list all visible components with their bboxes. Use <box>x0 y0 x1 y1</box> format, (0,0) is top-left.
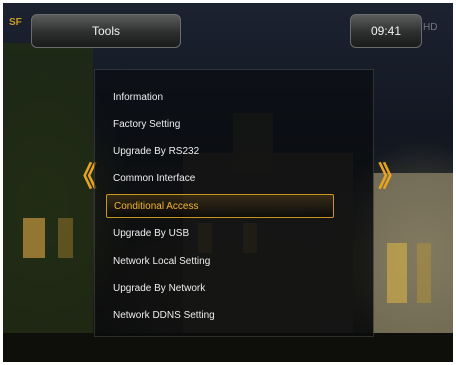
page-title-label: Tools <box>91 24 120 38</box>
page-title: Tools <box>31 14 181 48</box>
menu-item-conditional-access[interactable]: Conditional Access <box>106 194 334 218</box>
menu-item-label: Information <box>113 92 164 103</box>
menu-item-network-ddns-setting[interactable]: Network DDNS Setting <box>106 304 334 328</box>
menu-item-label: Conditional Access <box>114 201 199 212</box>
chevron-left-icon[interactable]: 《 <box>69 155 97 195</box>
top-bar: SF Tools 09:41 HD <box>3 3 453 53</box>
menu-item-label: Upgrade By USB <box>113 228 190 239</box>
tv-screen: SF Tools 09:41 HD 《 》 Information Factor… <box>3 3 453 362</box>
menu-item-common-interface[interactable]: Common Interface <box>106 167 334 191</box>
menu-item-network-local-setting[interactable]: Network Local Setting <box>106 250 334 274</box>
menu-item-information[interactable]: Information <box>106 86 334 110</box>
hd-logo-icon: HD <box>423 22 438 33</box>
menu-item-factory-setting[interactable]: Factory Setting <box>106 113 334 137</box>
menu-item-label: Common Interface <box>113 173 196 184</box>
tools-menu: Information Factory Setting Upgrade By R… <box>94 69 374 337</box>
menu-item-label: Network DDNS Setting <box>113 310 215 321</box>
clock-time: 09:41 <box>370 24 402 38</box>
menu-item-upgrade-usb[interactable]: Upgrade By USB <box>106 222 334 246</box>
menu-item-label: Upgrade By RS232 <box>113 146 200 157</box>
menu-item-label: Network Local Setting <box>113 256 211 267</box>
clock-display: 09:41 <box>350 14 422 48</box>
menu-item-upgrade-rs232[interactable]: Upgrade By RS232 <box>106 140 334 164</box>
menu-item-label: Factory Setting <box>113 119 181 130</box>
logo-icon: SF <box>9 17 22 28</box>
menu-item-upgrade-network[interactable]: Upgrade By Network <box>106 277 334 301</box>
menu-item-label: Upgrade By Network <box>113 283 206 294</box>
chevron-right-icon[interactable]: 》 <box>378 155 406 195</box>
